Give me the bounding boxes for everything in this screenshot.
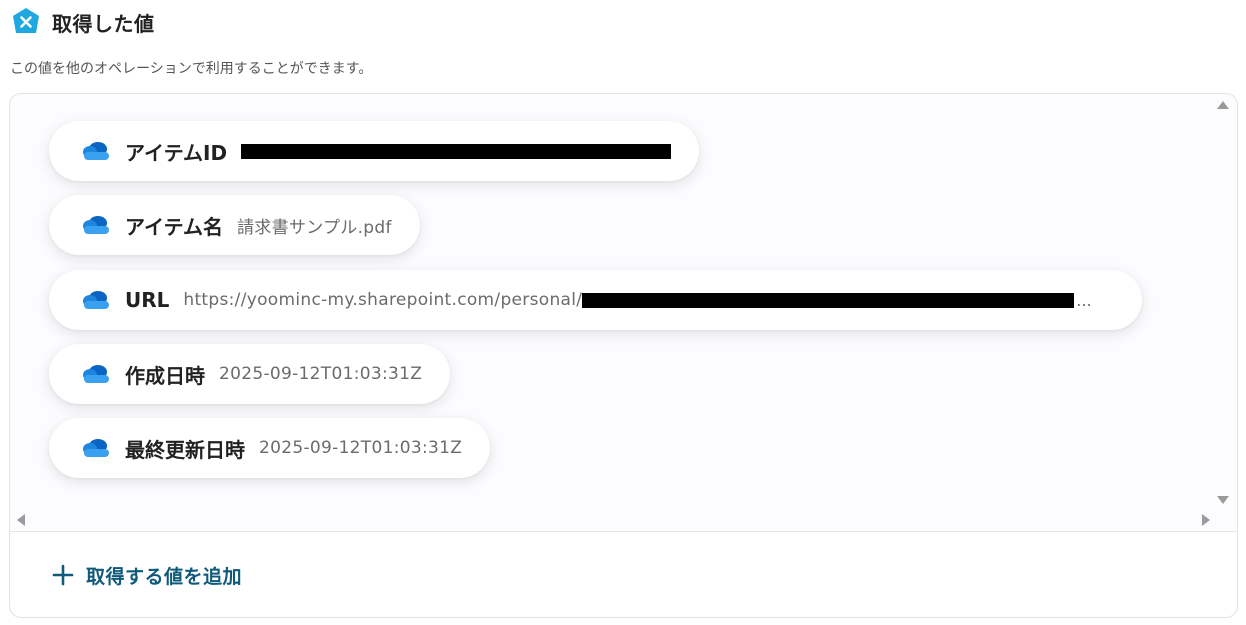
scroll-down-arrow-icon[interactable] bbox=[1217, 496, 1229, 504]
values-panel: アイテムID アイテム名 請求書サンプル.pdf URL https://yoo… bbox=[9, 93, 1238, 618]
onedrive-cloud-icon bbox=[83, 142, 109, 160]
onedrive-cloud-icon bbox=[83, 439, 109, 457]
value-chip-value: 2025-09-12T01:03:31Z bbox=[259, 438, 463, 458]
redacted-value bbox=[582, 292, 1075, 308]
value-chip-value: 2025-09-12T01:03:31Z bbox=[219, 364, 423, 384]
value-chip-item-id[interactable]: アイテムID bbox=[49, 121, 700, 181]
onedrive-cloud-icon bbox=[83, 216, 109, 234]
value-chip-item-name[interactable]: アイテム名 請求書サンプル.pdf bbox=[49, 195, 420, 255]
scroll-right-arrow-icon[interactable] bbox=[1202, 514, 1210, 526]
page-title: 取得した値 bbox=[52, 11, 155, 36]
value-chip-label: アイテムID bbox=[125, 140, 228, 165]
add-value-button-label: 取得する値を追加 bbox=[86, 565, 243, 588]
value-chip-label: 最終更新日時 bbox=[125, 437, 245, 462]
truncation-ellipsis: ... bbox=[1076, 290, 1092, 310]
value-chip-url[interactable]: URL https://yoominc-my.sharepoint.com/pe… bbox=[49, 270, 1142, 330]
values-scroll-area[interactable]: アイテムID アイテム名 請求書サンプル.pdf URL https://yoo… bbox=[10, 94, 1237, 530]
onedrive-cloud-icon bbox=[83, 365, 109, 383]
onedrive-cloud-icon bbox=[83, 291, 109, 309]
value-chip-value: 請求書サンプル.pdf bbox=[237, 217, 392, 238]
redacted-value bbox=[241, 143, 672, 159]
header: 取得した値 bbox=[10, 6, 155, 38]
value-chip-label: 作成日時 bbox=[125, 363, 205, 388]
plus-icon bbox=[52, 564, 74, 586]
value-chip-label: URL bbox=[125, 288, 170, 312]
value-chip-value: https://yoominc-my.sharepoint.com/person… bbox=[183, 290, 583, 310]
value-chip-updated-at[interactable]: 最終更新日時 2025-09-12T01:03:31Z bbox=[49, 418, 491, 478]
app-logo-icon bbox=[10, 6, 42, 38]
value-chip-created-at[interactable]: 作成日時 2025-09-12T01:03:31Z bbox=[49, 344, 451, 404]
add-value-button[interactable]: 取得する値を追加 bbox=[52, 560, 242, 590]
divider bbox=[10, 531, 1237, 532]
page-description: この値を他のオペレーションで利用することができます。 bbox=[10, 61, 373, 77]
value-chip-label: アイテム名 bbox=[125, 214, 223, 239]
scroll-left-arrow-icon[interactable] bbox=[17, 514, 25, 526]
scroll-up-arrow-icon[interactable] bbox=[1217, 101, 1229, 109]
